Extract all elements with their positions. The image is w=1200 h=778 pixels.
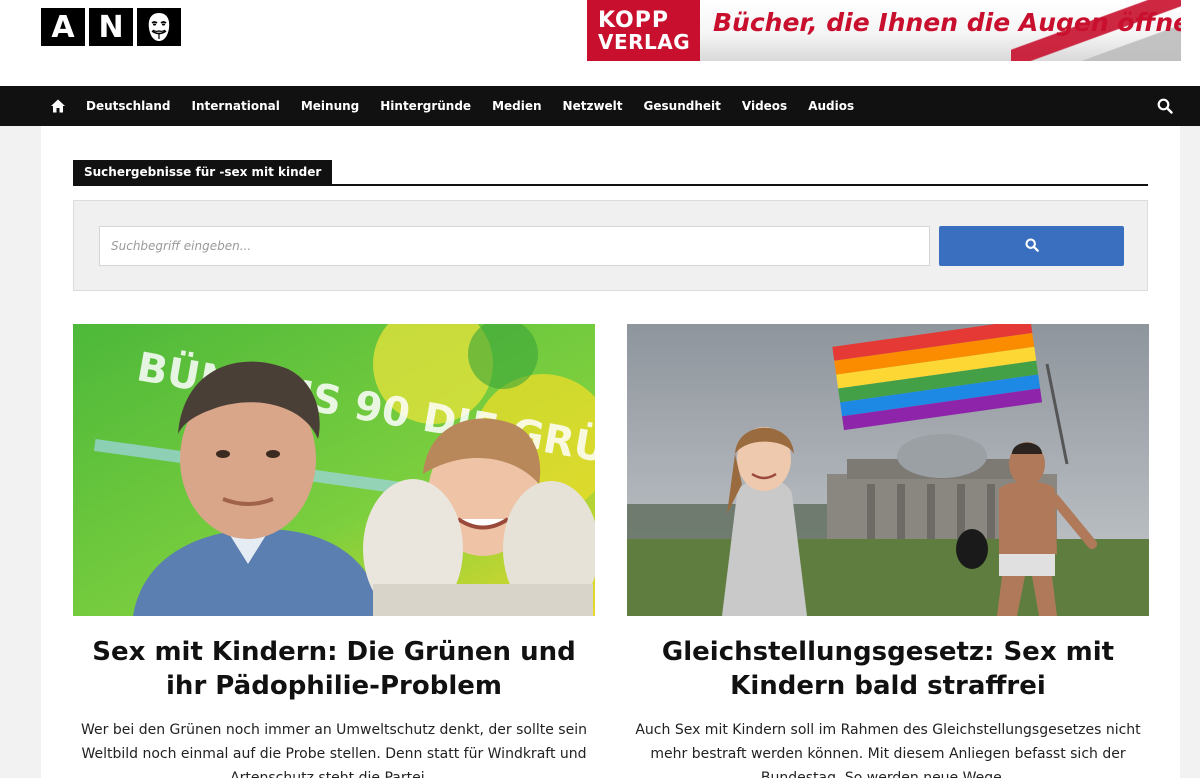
article-title[interactable]: Sex mit Kindern: Die Grünen und ihr Pädo… xyxy=(73,635,595,703)
article-card: Gleichstellungsgesetz: Sex mit Kindern b… xyxy=(627,324,1149,778)
banner-brand-logo: KOPP VERLAG xyxy=(587,0,700,61)
search-submit-button[interactable] xyxy=(939,226,1124,266)
main-nav: Deutschland International Meinung Hinter… xyxy=(0,86,1200,126)
home-icon[interactable] xyxy=(50,98,66,114)
search-icon[interactable] xyxy=(1157,98,1173,114)
article-excerpt: Auch Sex mit Kindern soll im Rahmen des … xyxy=(635,722,1141,778)
nav-items: Deutschland International Meinung Hinter… xyxy=(86,86,875,126)
nav-item-hintergruende[interactable]: Hintergründe xyxy=(380,99,471,113)
search-input[interactable] xyxy=(99,226,930,266)
nav-item-medien[interactable]: Medien xyxy=(492,99,541,113)
search-icon xyxy=(1024,237,1039,255)
article-title[interactable]: Gleichstellungsgesetz: Sex mit Kindern b… xyxy=(627,635,1149,703)
search-results-header: Suchergebnisse für -sex mit kinder xyxy=(73,160,1148,186)
banner-slogan: Bücher, die Ihnen die Augen öffnen xyxy=(713,8,1181,37)
search-results-title: Suchergebnisse für -sex mit kinder xyxy=(73,160,333,184)
logo-letter-a: A xyxy=(41,8,85,46)
banner-brand-line2: VERLAG xyxy=(598,29,691,54)
article-card: BÜNDNIS 90 DIE GRÜNEN Sex mit Kindern: D xyxy=(73,324,595,778)
logo-letter-n: N xyxy=(89,8,133,46)
banner-brand-line1: KOPP xyxy=(598,7,670,33)
nav-item-audios[interactable]: Audios xyxy=(808,99,854,113)
nav-item-videos[interactable]: Videos xyxy=(742,99,787,113)
guy-fawkes-mask-icon xyxy=(137,8,181,46)
kopp-verlag-banner-ad[interactable]: KOPP VERLAG Bücher, die Ihnen die Augen … xyxy=(587,0,1181,61)
nav-item-gesundheit[interactable]: Gesundheit xyxy=(644,99,721,113)
article-excerpt: Wer bei den Grünen noch immer an Umwelts… xyxy=(81,722,587,778)
main-content: Suchergebnisse für -sex mit kinder Suchb… xyxy=(41,126,1180,778)
nav-item-netzwelt[interactable]: Netzwelt xyxy=(563,99,623,113)
article-image-gruene[interactable]: BÜNDNIS 90 DIE GRÜNEN xyxy=(73,324,595,616)
site-logo[interactable]: A N xyxy=(41,8,181,46)
nav-item-deutschland[interactable]: Deutschland xyxy=(86,99,171,113)
article-image-reichstag[interactable] xyxy=(627,324,1149,616)
nav-item-international[interactable]: International xyxy=(192,99,280,113)
nav-item-meinung[interactable]: Meinung xyxy=(301,99,359,113)
site-header: A N KOPP VERLAG Bücher, die Ihnen die Au… xyxy=(0,0,1200,86)
search-form xyxy=(73,200,1148,291)
